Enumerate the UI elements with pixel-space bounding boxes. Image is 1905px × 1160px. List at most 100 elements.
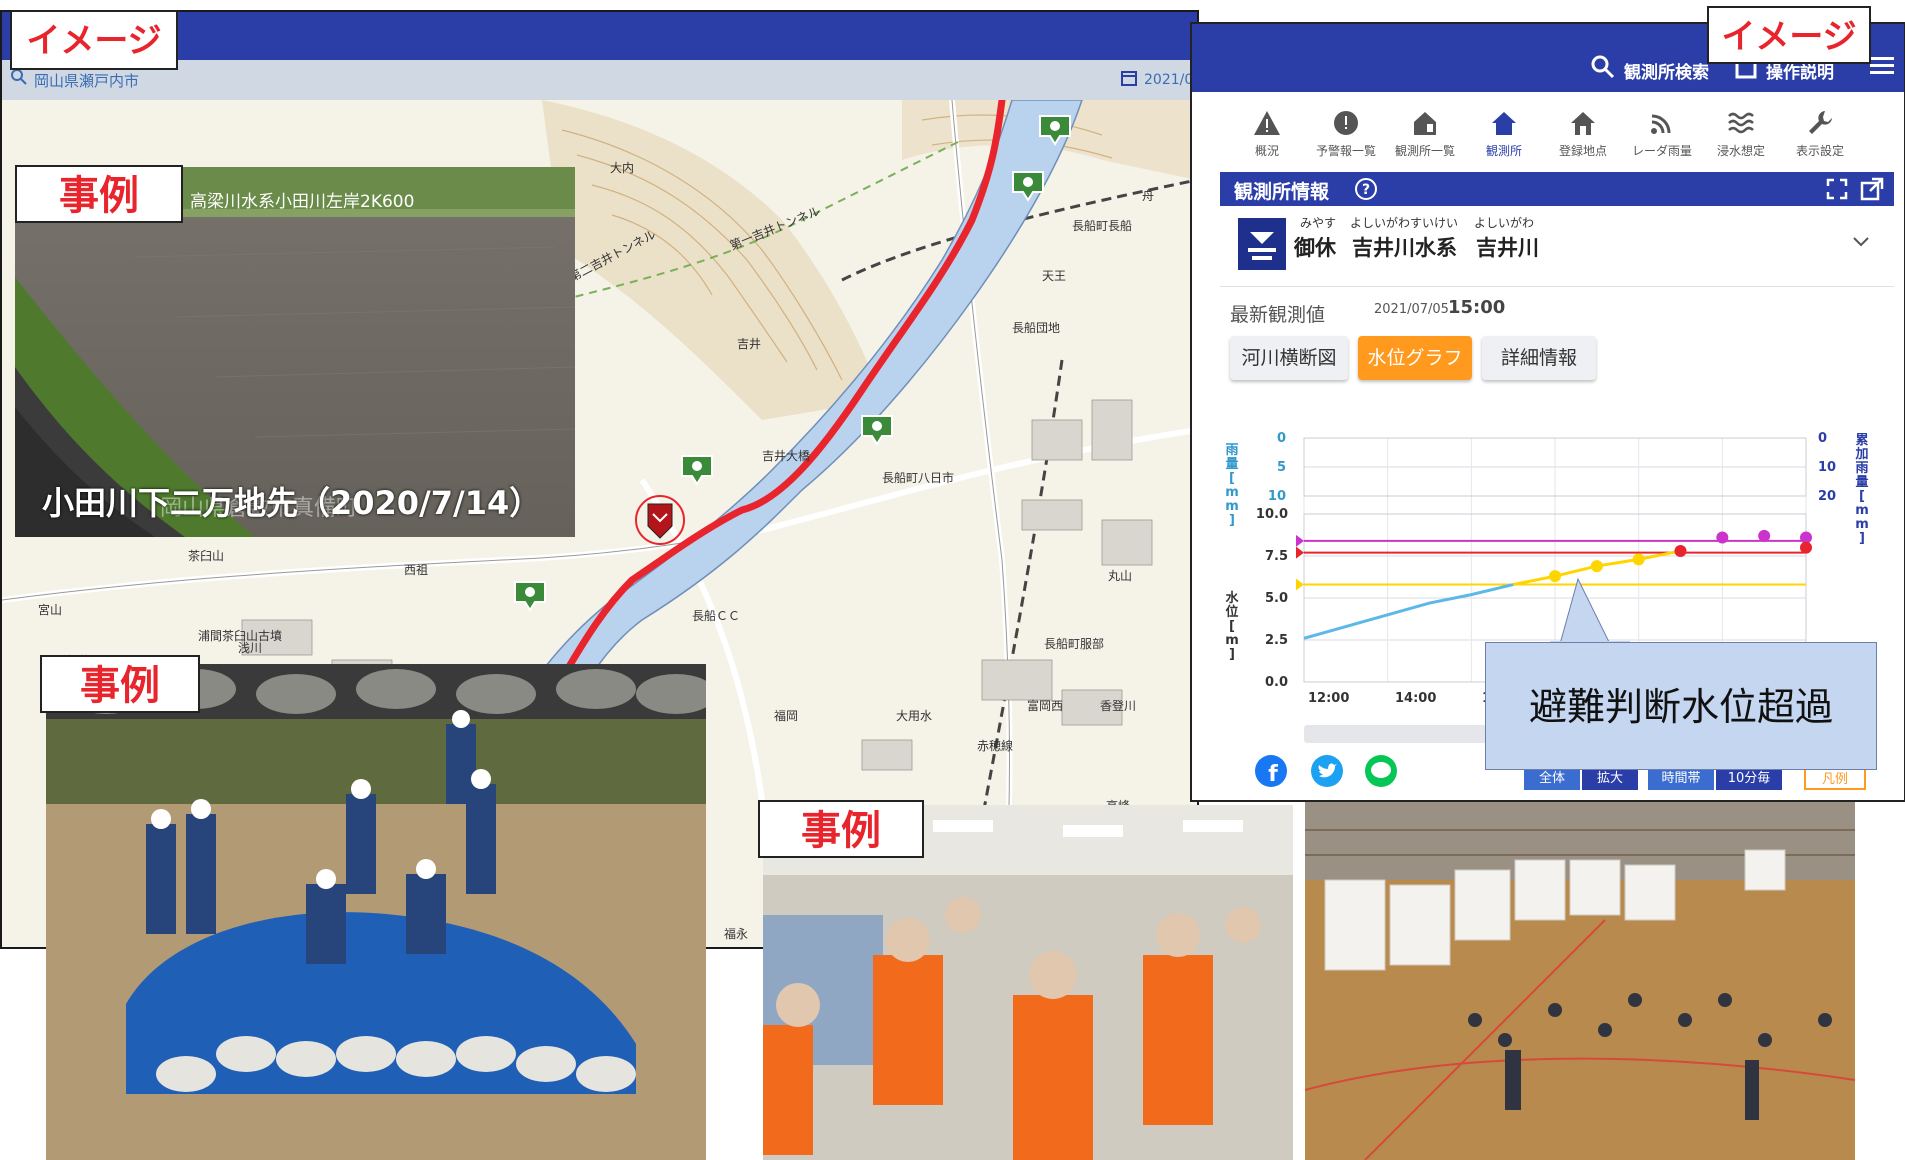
nav-overview[interactable]: 概況 [1227,108,1307,159]
map-place-label: 大用水 [896,709,932,723]
cumulative-rain-axis-title: m [1855,517,1869,532]
fullscreen-icon[interactable] [1826,178,1848,200]
nav-label: 観測所一覧 [1394,144,1455,158]
level-tick-label: 5.0 [1265,591,1288,606]
map-place-label: 長船町服部 [1044,636,1104,651]
nav-registered[interactable]: 登録地点 [1543,108,1623,159]
nav-label: 観測所 [1485,144,1522,158]
map-place-label: 長船町八日市 [882,470,954,485]
data-point [1674,544,1687,557]
rain-tick-label: 10 [1268,489,1286,504]
map-date-text[interactable]: 2021/0 [1144,72,1193,88]
map-place-label: 吉井大橋 [762,449,810,463]
divider [1220,286,1894,287]
map-place-label: 長船団地 [1012,321,1060,335]
level-tick-label: 0.0 [1265,675,1288,690]
search-icon[interactable] [10,68,28,86]
water-system-name: 吉井川水系 [1352,236,1457,260]
map-place-label: 福永 [724,926,748,941]
nav-settings[interactable]: 表示設定 [1780,108,1860,159]
cumulative-rain-axis-title: ] [1859,531,1865,546]
line-icon[interactable] [1364,754,1398,788]
river-name-ruby: よしいがわ [1474,216,1535,230]
water-level-station-icon [1238,218,1286,270]
map-place-label: 長船町長船 [1072,219,1132,233]
range-all-button[interactable]: 全体 [1524,768,1580,790]
station-name: 御休 [1294,236,1336,260]
station-info-header: 観測所情報 ? [1220,172,1894,206]
map-place-label: 大内 [610,161,634,175]
data-point [1716,531,1729,544]
rain-axis-title: 量 [1225,457,1238,472]
cumulative-rain-axis-title: 加 [1854,447,1868,462]
nav-label: 登録地点 [1558,144,1607,158]
nav-radar[interactable]: レーダ雨量 [1622,108,1702,159]
level-tick-label: 7.5 [1265,549,1288,564]
tab-detail-info[interactable]: 詳細情報 [1482,336,1596,380]
facebook-icon[interactable]: f [1254,754,1288,788]
cumulative-rain-axis-title: 雨 [1855,461,1868,476]
latest-observation-label: 最新観測値 [1230,304,1326,326]
search-icon[interactable] [1590,54,1616,80]
station-name-ruby: みやす [1300,216,1337,230]
open-external-icon[interactable] [1860,177,1884,201]
nav-label: レーダ雨量 [1631,144,1692,158]
series-line [1303,583,1514,640]
threshold-marker [1296,546,1304,559]
map-place-label: 茶臼山 [188,548,224,563]
map-place-label: 西祖 [404,562,428,577]
nav-warnings[interactable]: 予警報一覧 [1306,108,1386,159]
help-icon[interactable]: ? [1354,177,1378,201]
data-point [1632,553,1645,566]
rain-axis-title: ] [1229,513,1235,528]
nav-station-list[interactable]: 観測所一覧 [1385,108,1465,159]
interval-hourly-button[interactable]: 時間帯 [1648,768,1714,790]
nav-label: 予警報一覧 [1315,144,1376,158]
map-search-text[interactable]: 岡山県瀬戸内市 [34,70,139,91]
legend-button[interactable]: 凡例 [1804,768,1866,790]
calendar-icon[interactable] [1120,69,1138,87]
tab-river-cross-section[interactable]: 河川横断図 [1230,336,1348,380]
home-icon [1492,112,1516,135]
latest-observation-date: 2021/07/05 [1374,302,1449,317]
building-list-icon [1414,112,1436,135]
map-place-label: 香登川 [1100,698,1136,713]
section-title: 観測所情報 [1234,181,1330,203]
map-search-bar[interactable] [2,60,1197,100]
wrench-icon [1809,111,1832,134]
water-system-ruby: よしいがわすいけい [1350,216,1459,230]
alert-icon [1334,111,1358,135]
time-tick-label: 12:00 [1308,691,1349,706]
nav-station[interactable]: 観測所 [1464,108,1544,159]
rain-axis-title: [ [1229,471,1235,486]
level-tick-label: 10.0 [1256,507,1288,522]
map-place-label: 浅川 [238,641,262,655]
station-search-link[interactable]: 観測所検索 [1624,58,1709,83]
callout-pointer [1550,577,1630,645]
map-place-label: 福岡 [774,708,798,723]
map-place-label: 舟 [1142,189,1154,203]
cumulative-rain-axis-title: m [1855,503,1869,518]
cumulative-rain-tick-label: 0 [1818,431,1827,446]
nav-label: 概況 [1254,144,1279,158]
twitter-icon[interactable] [1310,754,1344,788]
range-zoom-button[interactable]: 拡大 [1582,768,1638,790]
time-tick-label: 14:00 [1395,691,1436,706]
cumulative-rain-tick-label: 10 [1818,460,1836,475]
data-point [1590,560,1603,573]
tab-water-level-graph[interactable]: 水位グラフ [1358,336,1472,380]
svg-text:?: ? [1362,182,1370,198]
interval-10min-button[interactable]: 10分毎 [1716,768,1782,790]
image-label-tag: イメージ [1707,6,1871,64]
camera-caption-top: 高梁川水系小田川左岸2K600 [190,192,415,212]
camera-caption-bottom: 小田川下二万地先（2020/7/14） [42,484,542,522]
nav-label: 浸水想定 [1716,144,1765,158]
rain-axis-title: m [1225,485,1239,500]
cumulative-rain-tick-label: 20 [1818,489,1836,504]
registered-home-icon [1571,112,1595,135]
nav-flood[interactable]: 浸水想定 [1701,108,1781,159]
hamburger-menu-icon[interactable] [1870,54,1894,78]
chevron-down-icon[interactable] [1852,236,1870,248]
level-axis-title: [ [1229,619,1235,634]
example-label-tag: 事例 [758,800,924,858]
